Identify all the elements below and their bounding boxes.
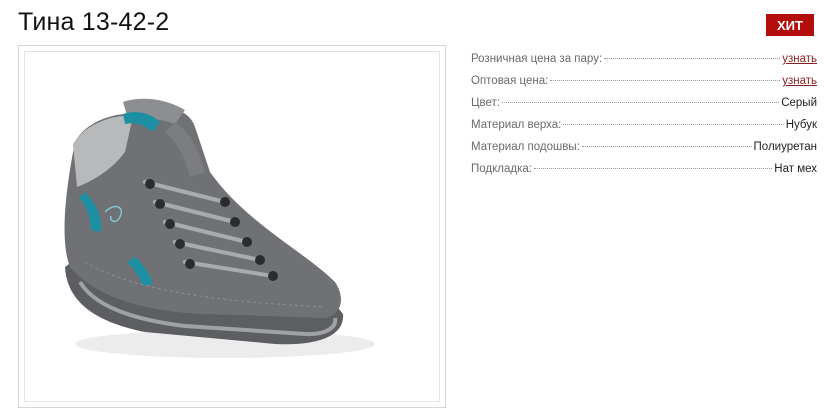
product-photo[interactable] — [24, 51, 440, 402]
spec-value: Нат мех — [774, 163, 817, 175]
spec-value: Серый — [781, 97, 817, 109]
hit-badge: ХИТ — [766, 14, 814, 36]
dot-leader — [581, 146, 752, 147]
product-specs: Розничная цена за пару: узнать Оптовая ц… — [471, 53, 817, 185]
dot-leader — [604, 58, 781, 59]
spec-label: Подкладка: — [471, 163, 532, 175]
shoe-image — [64, 98, 375, 358]
spec-row-sole-material: Материал подошвы: Полиуретан — [471, 141, 817, 163]
dot-leader — [550, 80, 781, 81]
dot-leader — [533, 168, 773, 169]
spec-row-wholesale-price: Оптовая цена: узнать — [471, 75, 817, 97]
spec-label: Материал верха: — [471, 119, 562, 131]
wholesale-price-link[interactable]: узнать — [782, 75, 817, 87]
dot-leader — [501, 102, 780, 103]
product-photo-frame[interactable] — [18, 45, 446, 408]
spec-value: Полиуретан — [753, 141, 817, 153]
spec-value: Нубук — [785, 119, 817, 131]
spec-row-color: Цвет: Серый — [471, 97, 817, 119]
spec-label: Розничная цена за пару: — [471, 53, 603, 65]
spec-row-upper-material: Материал верха: Нубук — [471, 119, 817, 141]
retail-price-link[interactable]: узнать — [782, 53, 817, 65]
spec-row-retail-price: Розничная цена за пару: узнать — [471, 53, 817, 75]
spec-label: Цвет: — [471, 97, 500, 109]
dot-leader — [563, 124, 784, 125]
spec-label: Материал подошвы: — [471, 141, 580, 153]
spec-row-lining: Подкладка: Нат мех — [471, 163, 817, 185]
product-title: Тина 13-42-2 — [18, 8, 170, 36]
spec-label: Оптовая цена: — [471, 75, 549, 87]
